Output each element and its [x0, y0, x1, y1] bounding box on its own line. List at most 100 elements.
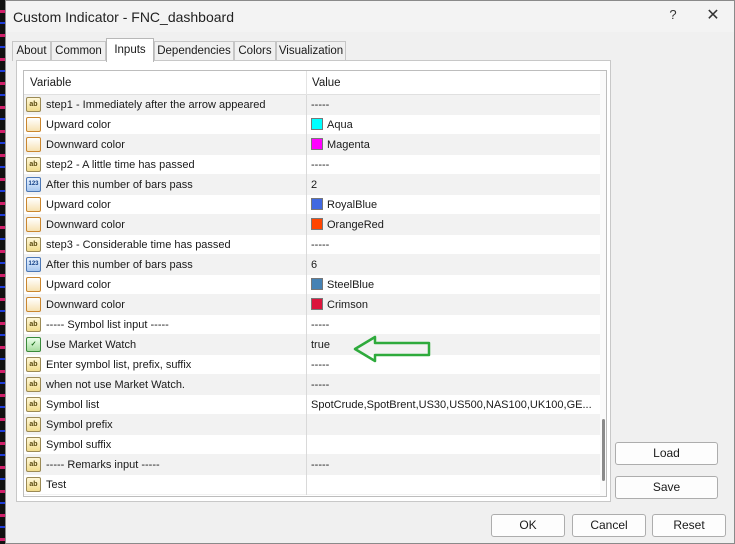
row-value[interactable]: ----- [311, 319, 596, 331]
table-row[interactable]: ab ----- Symbol list input ----- ----- [24, 315, 600, 335]
help-icon[interactable]: ? [663, 7, 683, 25]
row-value[interactable]: SteelBlue [327, 279, 606, 291]
window-title: Custom Indicator - FNC_dashboard [13, 9, 234, 25]
tab-visualization[interactable]: Visualization [276, 41, 346, 61]
row-value[interactable]: ----- [311, 459, 596, 471]
row-variable-name: step2 - A little time has passed [46, 159, 195, 171]
boolean-type-icon: ✓ [26, 337, 41, 352]
left-arrow-icon [353, 335, 431, 363]
custom-indicator-dialog: Custom Indicator - FNC_dashboard ? ✕ Abo… [5, 0, 735, 544]
color-type-icon [26, 117, 41, 132]
string-type-icon: ab [26, 237, 41, 252]
table-row[interactable]: ab step3 - Considerable time has passed --… [24, 235, 600, 255]
color-swatch[interactable] [311, 218, 323, 230]
row-variable-name: Use Market Watch [46, 339, 137, 351]
table-row[interactable]: Downward color OrangeRed [24, 215, 600, 235]
column-divider[interactable] [306, 71, 307, 95]
color-type-icon [26, 297, 41, 312]
row-divider [306, 335, 307, 355]
color-swatch[interactable] [311, 298, 323, 310]
row-variable-name: Symbol prefix [46, 419, 113, 431]
row-divider [306, 155, 307, 175]
table-row[interactable]: ab Symbol prefix [24, 415, 600, 435]
row-variable-name: step3 - Considerable time has passed [46, 239, 231, 251]
tab-colors[interactable]: Colors [234, 41, 276, 61]
scrollbar-thumb[interactable] [602, 419, 605, 481]
table-row[interactable]: ab step1 - Immediately after the arrow ap… [24, 95, 600, 115]
row-variable-name: Symbol list [46, 399, 100, 411]
table-row[interactable]: ab Symbol list SpotCrude,SpotBrent,US30,US… [24, 395, 600, 415]
color-swatch[interactable] [311, 198, 323, 210]
load-button[interactable]: Load [615, 442, 718, 465]
row-value[interactable]: Crimson [327, 299, 606, 311]
row-variable-name: Enter symbol list, prefix, suffix [46, 359, 192, 371]
string-type-icon: ab [26, 477, 41, 492]
row-variable-name: Downward color [46, 299, 125, 311]
row-divider [306, 255, 307, 275]
table-row[interactable]: Downward color Magenta [24, 135, 600, 155]
row-variable-name: step1 - Immediately after the arrow appe… [46, 99, 266, 111]
row-value[interactable]: ----- [311, 239, 596, 251]
ok-button[interactable]: OK [491, 514, 565, 537]
table-row[interactable]: ab Test [24, 475, 600, 495]
color-type-icon [26, 217, 41, 232]
row-divider [306, 235, 307, 255]
row-divider [306, 195, 307, 215]
string-type-icon: ab [26, 357, 41, 372]
table-row[interactable]: ✓ Use Market Watch true [24, 335, 600, 355]
table-header: Variable Value [24, 71, 600, 95]
row-value[interactable]: RoyalBlue [327, 199, 606, 211]
row-divider [306, 395, 307, 415]
string-type-icon: ab [26, 437, 41, 452]
row-value[interactable]: Aqua [327, 119, 606, 131]
table-row[interactable]: Downward color Crimson [24, 295, 600, 315]
table-row[interactable]: 123 After this number of bars pass 6 [24, 255, 600, 275]
string-type-icon: ab [26, 317, 41, 332]
string-type-icon: ab [26, 417, 41, 432]
table-row[interactable]: ab Symbol suffix [24, 435, 600, 455]
table-row[interactable]: ab Enter symbol list, prefix, suffix ----- [24, 355, 600, 375]
table-row[interactable]: Upward color SteelBlue [24, 275, 600, 295]
row-variable-name: Downward color [46, 219, 125, 231]
color-swatch[interactable] [311, 138, 323, 150]
row-value[interactable]: Magenta [327, 139, 606, 151]
table-row[interactable]: Upward color Aqua [24, 115, 600, 135]
vertical-scrollbar[interactable] [600, 71, 606, 496]
column-header-variable[interactable]: Variable [30, 77, 71, 89]
row-variable-name: After this number of bars pass [46, 179, 193, 191]
table-body: ab step1 - Immediately after the arrow ap… [24, 95, 600, 495]
table-row[interactable]: ab when not use Market Watch. ----- [24, 375, 600, 395]
table-row[interactable]: ab ----- Remarks input ----- ----- [24, 455, 600, 475]
row-value[interactable]: 6 [311, 259, 596, 271]
string-type-icon: ab [26, 157, 41, 172]
table-row[interactable]: 123 After this number of bars pass 2 [24, 175, 600, 195]
row-value[interactable]: ----- [311, 379, 596, 391]
row-divider [306, 135, 307, 155]
tab-common[interactable]: Common [51, 41, 106, 61]
tab-dependencies[interactable]: Dependencies [154, 41, 234, 61]
reset-button[interactable]: Reset [652, 514, 726, 537]
column-header-value[interactable]: Value [312, 77, 341, 89]
color-swatch[interactable] [311, 118, 323, 130]
row-value[interactable]: OrangeRed [327, 219, 606, 231]
row-variable-name: Downward color [46, 139, 125, 151]
row-variable-name: when not use Market Watch. [46, 379, 185, 391]
color-swatch[interactable] [311, 278, 323, 290]
inputs-table: Variable Value ab step1 - Immediately aft… [23, 70, 607, 497]
close-icon[interactable]: ✕ [702, 5, 724, 27]
row-value[interactable]: ----- [311, 99, 596, 111]
table-row[interactable]: Upward color RoyalBlue [24, 195, 600, 215]
number-type-icon: 123 [26, 257, 41, 272]
table-row[interactable]: ab step2 - A little time has passed ----- [24, 155, 600, 175]
row-variable-name: ----- Remarks input ----- [46, 459, 160, 471]
tab-inputs[interactable]: Inputs [106, 38, 154, 62]
row-divider [306, 95, 307, 115]
tab-about[interactable]: About [12, 41, 51, 61]
cancel-button[interactable]: Cancel [572, 514, 646, 537]
row-value[interactable]: SpotCrude,SpotBrent,US30,US500,NAS100,UK… [311, 399, 596, 411]
row-value[interactable]: ----- [311, 159, 596, 171]
row-divider [306, 475, 307, 495]
save-button[interactable]: Save [615, 476, 718, 499]
string-type-icon: ab [26, 97, 41, 112]
row-value[interactable]: 2 [311, 179, 596, 191]
